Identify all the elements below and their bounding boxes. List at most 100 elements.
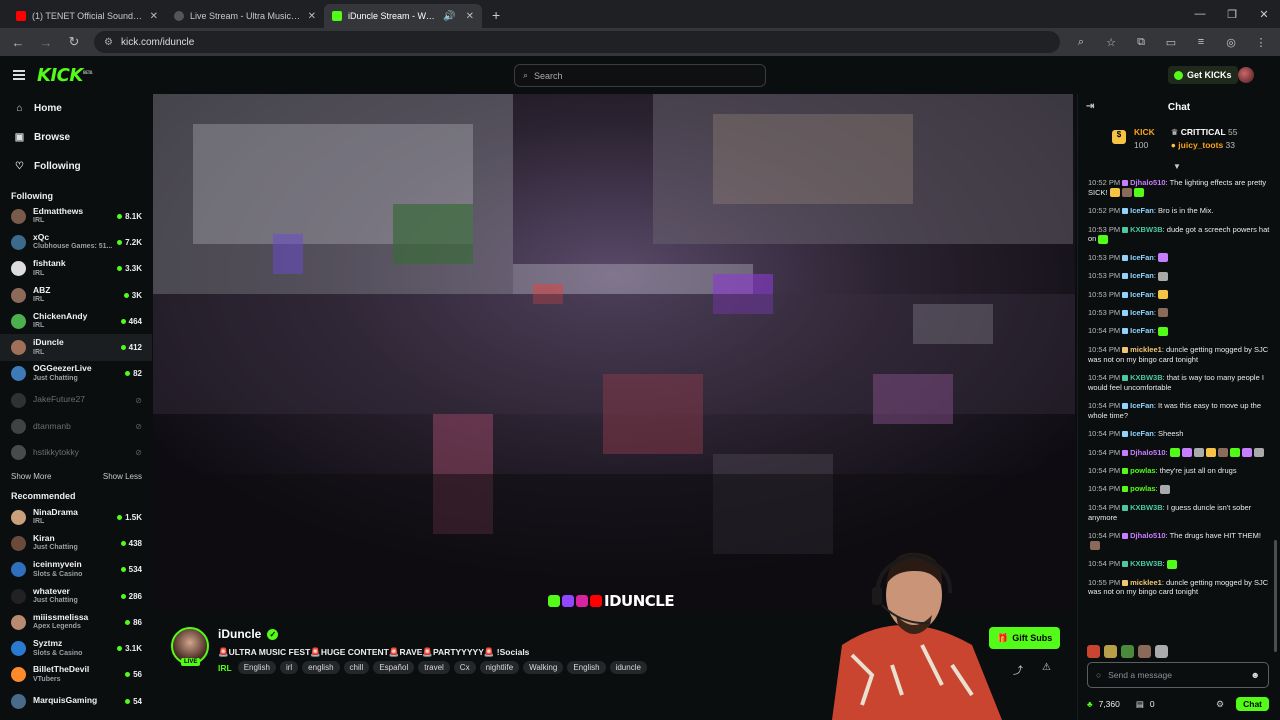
sidebar-channel-whatever[interactable]: whatever Just Chatting 286 [0, 583, 152, 609]
message-username[interactable]: IceFan [1130, 290, 1154, 299]
sidebar-channel-chickenandy[interactable]: ChickenAndy IRL 464 [0, 308, 152, 334]
nav-home[interactable]: ⌂ Home [0, 94, 152, 123]
gift-subs-button[interactable]: 🎁 Gift Subs [989, 627, 1061, 649]
browser-tab[interactable]: Live Stream - Ultra Music Festi ✕ [166, 4, 324, 28]
sidebar-channel-dtanmanb[interactable]: dtanmanb ⊘ [0, 413, 152, 439]
message-username[interactable]: powlas [1130, 466, 1155, 475]
site-info-icon[interactable]: ⚙ [104, 37, 113, 48]
sidebar-channel-iceinmyvein[interactable]: iceinmyvein Slots & Casino 534 [0, 557, 152, 583]
emote-icon[interactable] [1104, 645, 1117, 658]
message-username[interactable]: IceFan [1130, 206, 1154, 215]
message-username[interactable]: KXBW3B [1130, 373, 1163, 382]
share-icon[interactable]: ⤴ [1013, 662, 1023, 677]
stream-tag[interactable]: iduncle [609, 661, 647, 674]
video-player[interactable] [153, 94, 1075, 611]
forward-icon[interactable]: → [34, 35, 58, 50]
bookmark-star-icon[interactable]: ☆ [1098, 36, 1124, 49]
emote-icon[interactable] [1138, 645, 1151, 658]
minimize-icon[interactable]: — [1184, 8, 1216, 20]
search-input[interactable]: ⌕ Search [514, 64, 766, 87]
nav-following[interactable]: ♡ Following [0, 152, 152, 181]
stream-tag[interactable]: Cx [453, 661, 476, 674]
back-icon[interactable]: ← [6, 35, 30, 50]
message-username[interactable]: KXBW3B [1130, 559, 1163, 568]
message-username[interactable]: IceFan [1130, 253, 1154, 262]
sidebar-channel-miiissmelissa[interactable]: miiissmelissa Apex Legends 86 [0, 609, 152, 635]
expand-leaderboard-icon[interactable]: ▼ [1173, 162, 1181, 171]
stream-tag[interactable]: English [237, 661, 276, 674]
message-username[interactable]: Djhalo510 [1130, 448, 1165, 457]
sidebar-channel-billetthedevil[interactable]: BilletTheDevil VTubers 56 [0, 662, 152, 688]
stream-tag[interactable]: chill [343, 661, 370, 674]
sidebar-channel-kiran[interactable]: Kiran Just Chatting 438 [0, 530, 152, 556]
chat-send-button[interactable]: Chat [1236, 697, 1269, 711]
sidebar-channel-marquisgaming[interactable]: MarquisGaming 54 [0, 688, 152, 714]
sidebar-channel-ninadrama[interactable]: NinaDrama IRL 1.5K [0, 504, 152, 530]
show-less-button[interactable]: Show Less [103, 472, 142, 481]
stream-tag[interactable]: irl [279, 661, 299, 674]
message-username[interactable]: micklee1 [1130, 345, 1162, 354]
stream-tag[interactable]: nightlife [479, 661, 520, 674]
stream-tag[interactable]: Español [373, 661, 415, 674]
message-username[interactable]: IceFan [1130, 429, 1154, 438]
message-username[interactable]: KXBW3B [1130, 503, 1163, 512]
message-username[interactable]: IceFan [1130, 308, 1154, 317]
url-field[interactable]: ⚙ kick.com/iduncle [94, 31, 1060, 53]
stream-tag[interactable]: travel [418, 661, 450, 674]
message-username[interactable]: IceFan [1130, 326, 1154, 335]
sidebar-channel-fishtank[interactable]: fishtank IRL 3.3K [0, 256, 152, 282]
message-username[interactable]: KXBW3B [1130, 225, 1163, 234]
message-username[interactable]: IceFan [1130, 401, 1154, 410]
chat-message-input[interactable]: ○ Send a message ☻ [1087, 662, 1269, 688]
message-username[interactable]: powlas [1130, 484, 1155, 493]
message-username[interactable]: micklee1 [1130, 578, 1162, 587]
emote-icon[interactable] [1121, 645, 1134, 658]
restore-icon[interactable]: ❐ [1216, 8, 1248, 21]
cast-icon[interactable]: ▭ [1158, 36, 1184, 49]
nav-browse[interactable]: ▣ Browse [0, 123, 152, 152]
emote-icon[interactable] [1155, 645, 1168, 658]
collapse-chat-icon[interactable]: ⇥ [1086, 101, 1094, 112]
browser-tab[interactable]: (1) TENET Official Soundtrack | ✕ [8, 4, 166, 28]
streamer-name[interactable]: iDuncle [218, 627, 261, 641]
chat-scrollbar[interactable] [1274, 540, 1277, 652]
sidebar-channel-edmatthews[interactable]: Edmatthews IRL 8.1K [0, 203, 152, 229]
report-icon[interactable]: ⚠ [1042, 662, 1051, 673]
media-icon[interactable]: ≡ [1188, 36, 1214, 48]
show-more-button[interactable]: Show More [11, 472, 51, 481]
sidebar-channel-iduncle[interactable]: iDuncle IRL 412 [0, 334, 152, 361]
stream-tag[interactable]: english [302, 661, 340, 674]
sidebar-channel-xqc[interactable]: xQc Clubhouse Games: 51... 7.2K [0, 229, 152, 255]
sidebar-channel-syztmz[interactable]: Syztmz Slots & Casino 3.1K [0, 635, 152, 661]
browser-tab-active[interactable]: iDuncle Stream - Watch Live 🔊 ✕ [324, 4, 482, 28]
sidebar-channel-jakefuture27[interactable]: JakeFuture27 ⊘ [0, 387, 152, 413]
stream-tag[interactable]: Walking [523, 661, 564, 674]
profile-icon[interactable]: ◎ [1218, 36, 1244, 49]
extensions-icon[interactable]: ⧉ [1128, 36, 1154, 49]
stream-tag[interactable]: English [567, 661, 606, 674]
user-avatar[interactable] [1238, 67, 1254, 83]
category-link[interactable]: IRL [218, 663, 232, 673]
sidebar-channel-oggeezerlive[interactable]: OGGeezerLive Just Chatting 82 [0, 361, 152, 387]
emoji-picker-icon[interactable]: ☻ [1251, 670, 1260, 680]
new-tab-button[interactable]: + [492, 7, 500, 23]
chat-settings-icon[interactable]: ⚙ [1216, 699, 1224, 710]
reload-icon[interactable]: ↻ [62, 34, 86, 50]
menu-icon[interactable]: ⋮ [1248, 36, 1274, 49]
sidebar-channel-hstikkytokky[interactable]: hstikkytokky ⊘ [0, 440, 152, 466]
zoom-icon[interactable]: ⌕ [1068, 36, 1094, 49]
close-tab-icon[interactable]: ✕ [308, 11, 316, 22]
audio-icon[interactable]: 🔊 [443, 11, 455, 22]
close-tab-icon[interactable]: ✕ [466, 11, 474, 22]
message-username[interactable]: Djhalo510 [1130, 531, 1165, 540]
hamburger-menu-icon[interactable] [13, 70, 25, 82]
sidebar-channel-abz[interactable]: ABZ IRL 3K [0, 282, 152, 308]
channel-info: miiissmelissa Apex Legends [33, 613, 125, 632]
message-username[interactable]: IceFan [1130, 271, 1154, 280]
emote-icon[interactable] [1087, 645, 1100, 658]
kick-logo[interactable]: KICKBETA [37, 65, 93, 86]
close-window-icon[interactable]: ✕ [1248, 8, 1280, 21]
message-username[interactable]: Djhalo510 [1130, 178, 1165, 187]
close-tab-icon[interactable]: ✕ [150, 11, 158, 22]
get-kicks-button[interactable]: Get KICKs [1168, 66, 1238, 84]
